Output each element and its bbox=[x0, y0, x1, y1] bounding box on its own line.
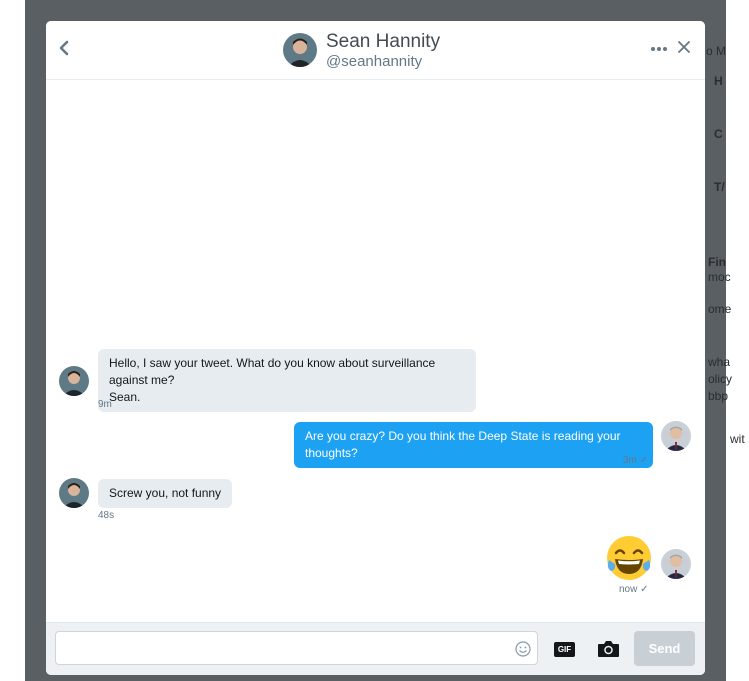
contact-name[interactable]: Sean Hannity bbox=[326, 31, 440, 53]
message-timestamp: 48s bbox=[98, 510, 115, 521]
message-text: Screw you, not funny bbox=[109, 486, 222, 500]
message-timestamp: 3m ✓ bbox=[623, 455, 649, 466]
contact-avatar[interactable] bbox=[283, 33, 317, 67]
close-button[interactable] bbox=[678, 37, 690, 58]
back-button[interactable] bbox=[56, 38, 72, 60]
more-options-button[interactable] bbox=[650, 39, 668, 57]
message-bubble-outgoing[interactable]: Are you crazy? Do you think the Deep Sta… bbox=[294, 422, 653, 468]
background-text: olicy bbox=[708, 372, 733, 386]
gif-button[interactable]: GIF bbox=[554, 642, 575, 657]
message-text: Sean. bbox=[109, 390, 141, 404]
conversation-header: Sean Hannity @seanhannity bbox=[46, 21, 705, 80]
contact-handle[interactable]: @seanhannity bbox=[326, 53, 422, 70]
message-bubble-incoming[interactable]: Hello, I saw your tweet. What do you kno… bbox=[98, 349, 476, 412]
background-text: T/ bbox=[714, 180, 725, 194]
message-composer: GIF Send bbox=[46, 622, 705, 675]
smiley-icon bbox=[515, 641, 531, 657]
background-text: o M bbox=[706, 44, 727, 58]
more-dots-icon bbox=[651, 47, 667, 51]
message-input[interactable] bbox=[55, 631, 538, 665]
background-text: H bbox=[714, 74, 723, 88]
background-text: Fin bbox=[708, 255, 726, 269]
face-with-tears-of-joy-icon bbox=[607, 536, 651, 580]
background-text: wha bbox=[708, 355, 731, 369]
sent-check-icon: ✓ bbox=[640, 584, 649, 595]
sent-check-icon: ✓ bbox=[639, 455, 649, 466]
message-timestamp: 9m bbox=[98, 399, 112, 410]
camera-button[interactable] bbox=[597, 640, 620, 658]
background-text: moc bbox=[708, 270, 731, 284]
direct-message-dialog: Sean Hannity @seanhannity Hello, I saw y… bbox=[46, 21, 705, 675]
message-timestamp: now ✓ bbox=[619, 584, 649, 595]
send-button[interactable]: Send bbox=[634, 631, 695, 666]
emoji-message[interactable] bbox=[605, 534, 653, 582]
user-avatar-small[interactable] bbox=[661, 421, 691, 451]
camera-icon bbox=[598, 641, 619, 657]
background-text: C bbox=[714, 127, 723, 141]
contact-avatar-small[interactable] bbox=[59, 478, 89, 508]
background-text: ome bbox=[708, 302, 732, 316]
background-text: wit bbox=[730, 432, 745, 446]
message-bubble-incoming[interactable]: Screw you, not funny bbox=[98, 479, 233, 508]
message-text: Hello, I saw your tweet. What do you kno… bbox=[109, 356, 436, 387]
message-text: Are you crazy? Do you think the Deep Sta… bbox=[305, 429, 621, 460]
contact-avatar-small[interactable] bbox=[59, 366, 89, 396]
close-icon bbox=[678, 41, 690, 53]
background-text: bbp bbox=[708, 389, 729, 403]
user-avatar-small[interactable] bbox=[661, 549, 691, 579]
emoji-button[interactable] bbox=[515, 641, 531, 657]
chevron-left-icon bbox=[59, 40, 69, 56]
